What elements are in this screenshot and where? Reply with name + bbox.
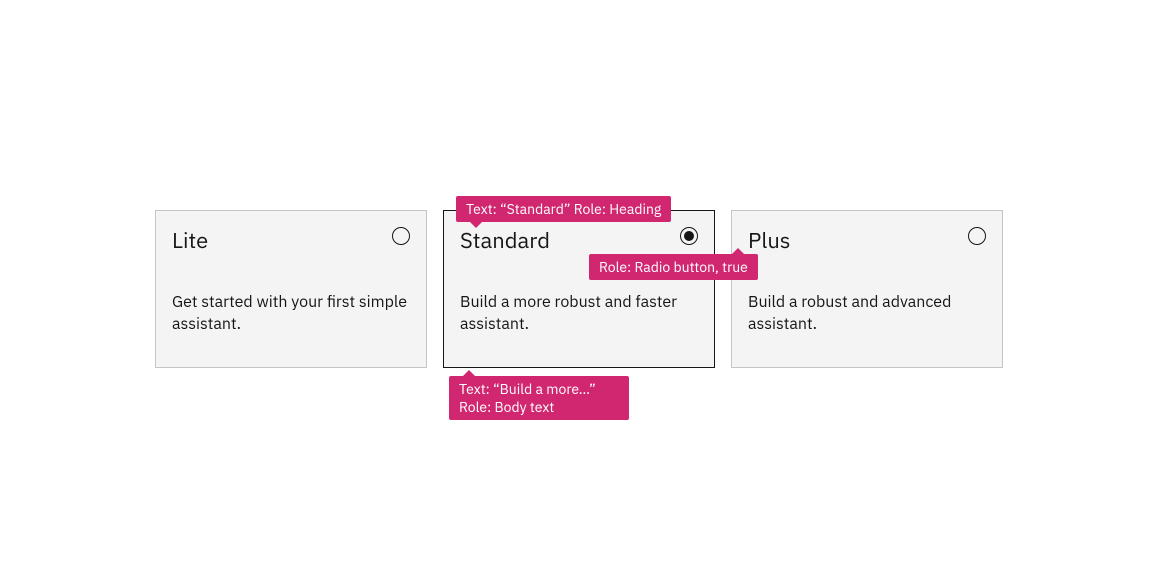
annotation-text-line1: Text: “Build a more…” <box>459 380 596 398</box>
arrow-up-icon <box>732 248 744 254</box>
annotation-text: Role: Radio button, true <box>599 258 748 276</box>
plan-title: Standard <box>460 227 698 255</box>
radio-plus[interactable] <box>968 227 986 245</box>
plan-title: Plus <box>748 227 986 255</box>
plan-tiles: Lite Get started with your first simple … <box>155 210 1003 368</box>
annotation-text-line2: Role: Body text <box>459 398 554 416</box>
plan-body: Get started with your first simple assis… <box>172 291 410 335</box>
radio-dot-icon <box>684 231 694 241</box>
radio-lite[interactable] <box>392 227 410 245</box>
plan-title: Lite <box>172 227 410 255</box>
plan-body: Build a robust and advanced assistant. <box>748 291 986 335</box>
annotation-body: Text: “Build a more…” Role: Body text <box>449 376 629 420</box>
annotation-radio: Role: Radio button, true <box>589 254 758 280</box>
arrow-down-icon <box>470 222 482 228</box>
annotation-text: Text: “Standard” Role: Heading <box>466 200 661 218</box>
annotation-heading: Text: “Standard” Role: Heading <box>456 196 671 222</box>
arrow-up-icon <box>463 370 475 376</box>
radio-outline-icon <box>968 227 986 245</box>
plan-body: Build a more robust and faster assistant… <box>460 291 698 335</box>
canvas: Lite Get started with your first simple … <box>0 0 1152 576</box>
plan-tile-standard[interactable]: Standard Build a more robust and faster … <box>443 210 715 368</box>
radio-standard[interactable] <box>680 227 698 245</box>
plan-tile-plus[interactable]: Plus Build a robust and advanced assista… <box>731 210 1003 368</box>
radio-outline-icon <box>392 227 410 245</box>
plan-tile-lite[interactable]: Lite Get started with your first simple … <box>155 210 427 368</box>
